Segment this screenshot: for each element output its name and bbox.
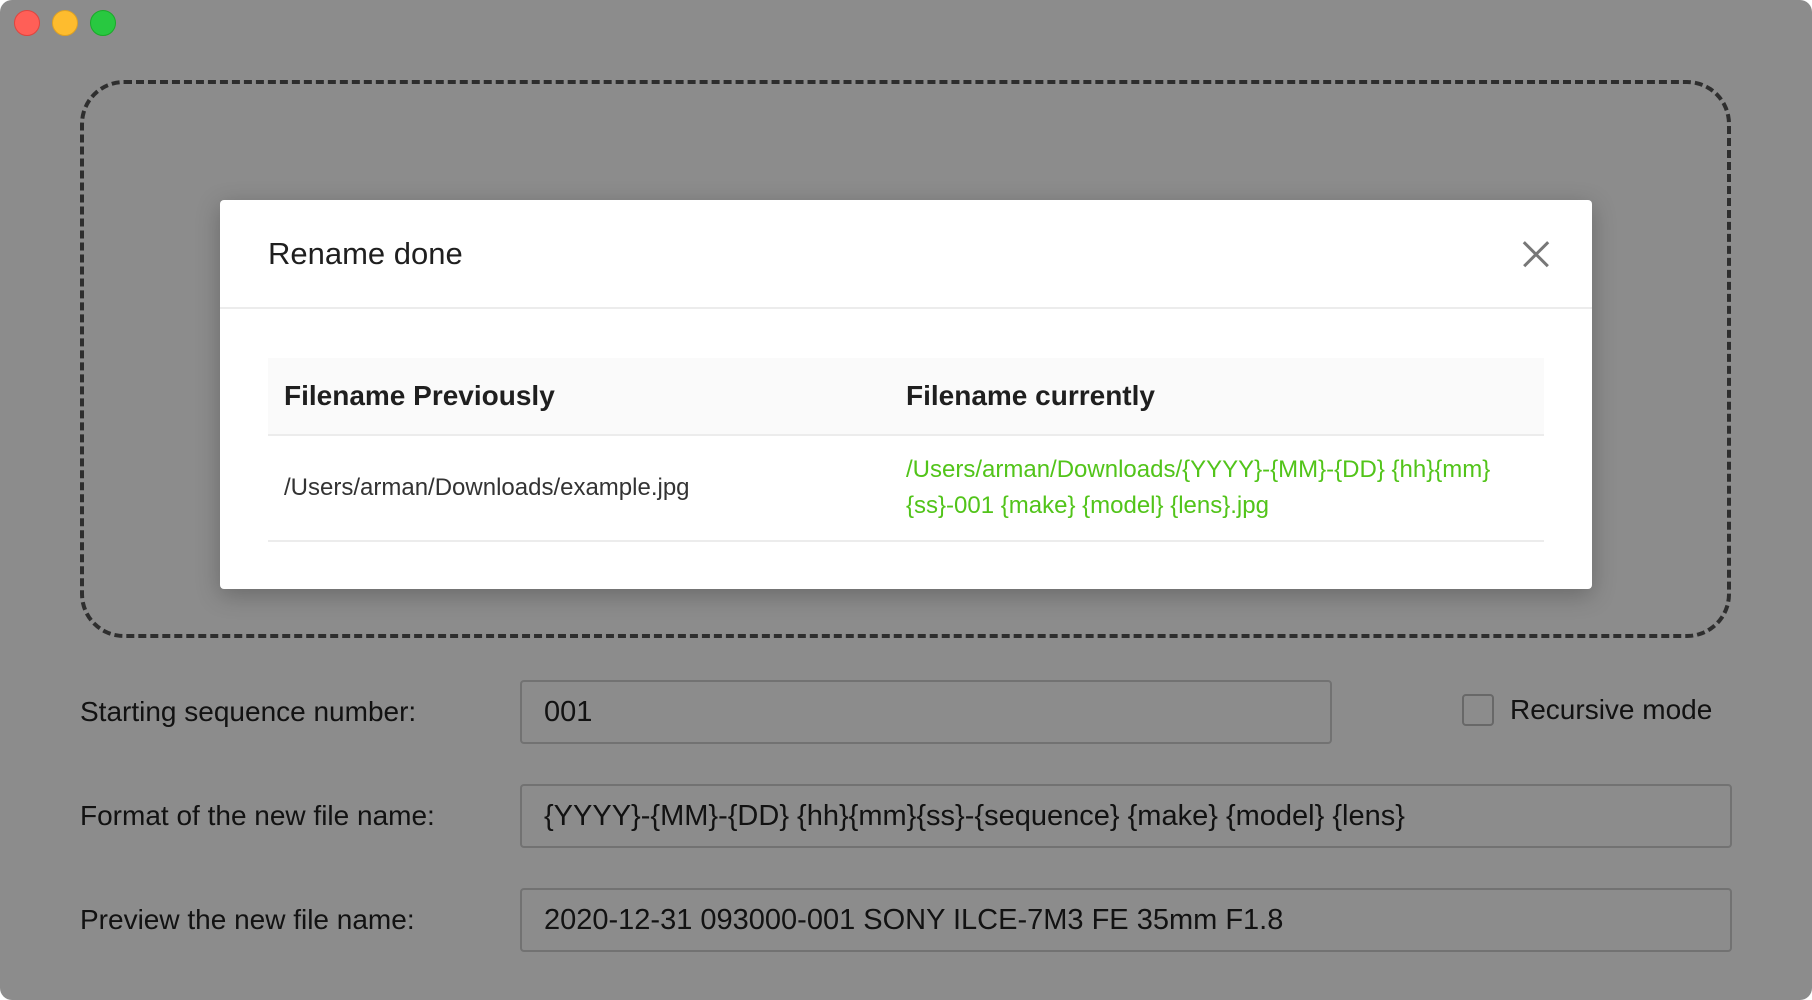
table-row: /Users/arman/Downloads/example.jpg /User… [268, 436, 1544, 542]
column-header-current: Filename currently [906, 380, 1155, 411]
dialog-title: Rename done [268, 235, 463, 271]
table-header: Filename Previously Filename currently [268, 358, 1544, 436]
dialog-header: Rename done [220, 200, 1592, 309]
rename-done-dialog: Rename done Filename Previously Filename… [220, 200, 1592, 589]
close-window-button[interactable] [14, 10, 40, 36]
zoom-window-button[interactable] [90, 10, 116, 36]
rename-results-table: Filename Previously Filename currently /… [268, 358, 1544, 542]
close-icon[interactable] [1522, 240, 1550, 268]
minimize-window-button[interactable] [52, 10, 78, 36]
app-window: Starting sequence number: 001 Recursive … [0, 0, 1812, 1000]
column-header-previous: Filename Previously [284, 380, 555, 411]
current-filename-cell: /Users/arman/Downloads/{YYYY}-{MM}-{DD} … [906, 456, 1491, 519]
window-controls [14, 10, 116, 36]
previous-filename-cell: /Users/arman/Downloads/example.jpg [284, 474, 690, 501]
